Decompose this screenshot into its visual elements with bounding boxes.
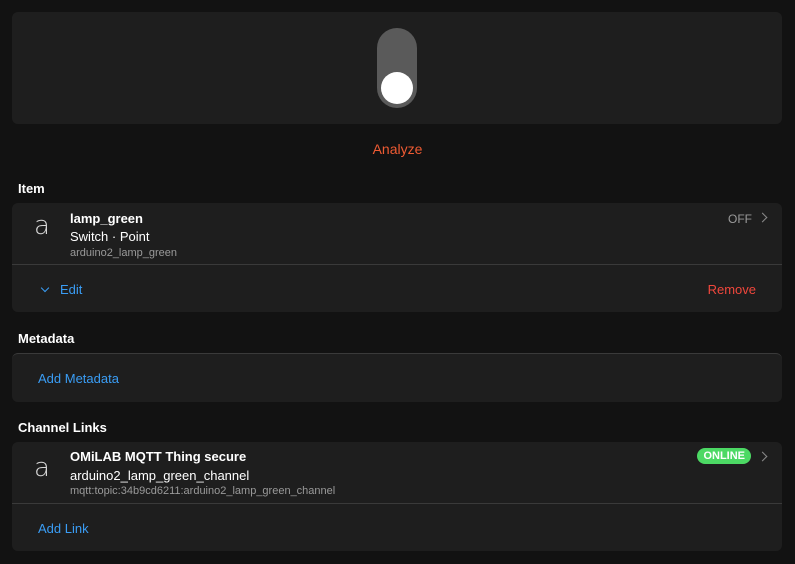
remove-button[interactable]: Remove [708, 282, 756, 297]
item-section-title: Item [18, 181, 45, 196]
item-type: Switch · Point [70, 229, 150, 244]
add-link-button[interactable]: Add Link [38, 521, 89, 536]
chevron-right-icon [757, 212, 768, 223]
item-avatar: a [34, 211, 50, 241]
metadata-section-title: Metadata [18, 331, 75, 346]
thing-name: OMiLAB MQTT Thing secure [70, 449, 247, 464]
channel-uid: mqtt:topic:34b9cd6211:arduino2_lamp_gree… [70, 485, 336, 497]
channel-name: arduino2_lamp_green_channel [70, 468, 250, 483]
channel-avatar: a [34, 453, 50, 483]
item-state: OFF [728, 212, 752, 226]
metadata-card: Add Metadata [12, 353, 782, 402]
chevron-right-icon [757, 451, 768, 462]
status-badge: ONLINE [697, 448, 751, 464]
analyze-link[interactable]: Analyze [0, 141, 795, 157]
edit-button[interactable]: Edit [60, 282, 82, 297]
item-divider [12, 264, 782, 265]
toggle-card [12, 12, 782, 124]
chevron-down-icon [40, 283, 50, 293]
switch-toggle[interactable] [377, 28, 417, 108]
item-card: a lamp_green Switch · Point arduino2_lam… [12, 203, 782, 312]
item-id: arduino2_lamp_green [70, 247, 178, 259]
item-name: lamp_green [70, 211, 143, 226]
switch-knob [381, 72, 413, 104]
add-metadata-button[interactable]: Add Metadata [38, 371, 119, 386]
channel-divider [12, 503, 782, 504]
channel-link-card: a OMiLAB MQTT Thing secure arduino2_lamp… [12, 442, 782, 551]
channel-links-section-title: Channel Links [18, 420, 107, 435]
